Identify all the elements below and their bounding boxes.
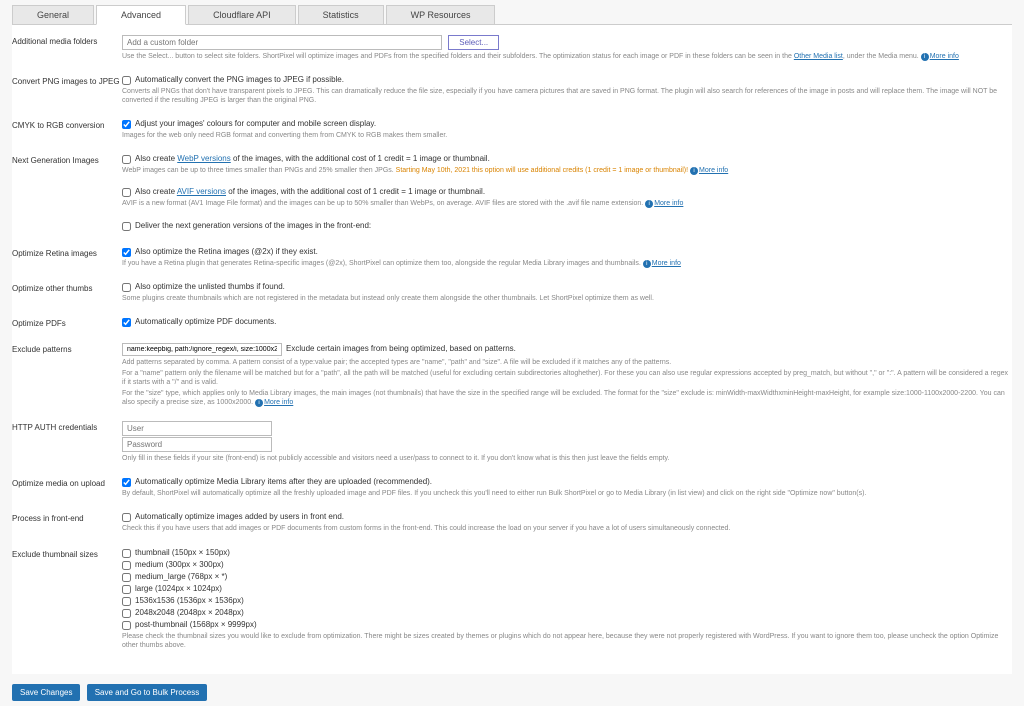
thumb-size-0[interactable]: [122, 549, 131, 558]
tab-resources[interactable]: WP Resources: [386, 5, 496, 24]
http-pass-input[interactable]: [122, 437, 272, 452]
pdf-label: Optimize PDFs: [12, 317, 122, 328]
avif-help: AVIF is a new format (AV1 Image File for…: [122, 199, 1012, 208]
exclude-more-link[interactable]: More info: [264, 399, 293, 406]
tab-cloudflare[interactable]: Cloudflare API: [188, 5, 296, 24]
footer-buttons: Save Changes Save and Go to Bulk Process: [12, 684, 1012, 701]
upload-label: Optimize media on upload: [12, 477, 122, 488]
thumb-size-1[interactable]: [122, 561, 131, 570]
folders-input[interactable]: [122, 35, 442, 50]
png-checkbox[interactable]: [122, 76, 131, 85]
thumb-size-3[interactable]: [122, 585, 131, 594]
retina-help: If you have a Retina plugin that generat…: [122, 259, 1012, 268]
advanced-panel: Additional media folders Select... Use t…: [12, 25, 1012, 674]
upload-checkbox[interactable]: [122, 478, 131, 487]
save-button[interactable]: Save Changes: [12, 684, 80, 701]
thumb-size-5[interactable]: [122, 609, 131, 618]
info-icon: i: [645, 200, 653, 208]
webp-link[interactable]: WebP versions: [177, 154, 231, 163]
folders-label: Additional media folders: [12, 35, 122, 46]
tab-general[interactable]: General: [12, 5, 94, 24]
folders-more-link[interactable]: More info: [930, 53, 959, 60]
frontend-checkbox[interactable]: [122, 513, 131, 522]
png-help: Converts all PNGs that don't have transp…: [122, 87, 1012, 105]
avif-checkbox[interactable]: [122, 188, 131, 197]
info-icon: i: [921, 53, 929, 61]
info-icon: i: [690, 167, 698, 175]
retina-more-link[interactable]: More info: [652, 260, 681, 267]
upload-chk-label: Automatically optimize Media Library ite…: [135, 477, 432, 486]
other-media-link[interactable]: Other Media list: [794, 53, 843, 60]
deliver-checkbox[interactable]: [122, 222, 131, 231]
save-bulk-button[interactable]: Save and Go to Bulk Process: [87, 684, 208, 701]
folders-select-button[interactable]: Select...: [448, 35, 499, 50]
frontend-label: Process in front-end: [12, 512, 122, 523]
retina-checkbox[interactable]: [122, 248, 131, 257]
other-help: Some plugins create thumbnails which are…: [122, 294, 1012, 303]
tab-statistics[interactable]: Statistics: [298, 5, 384, 24]
png-chk-label: Automatically convert the PNG images to …: [135, 75, 344, 84]
other-label: Optimize other thumbs: [12, 282, 122, 293]
frontend-chk-label: Automatically optimize images added by u…: [135, 512, 344, 521]
http-help: Only fill in these fields if your site (…: [122, 454, 1012, 463]
thumb-size-6[interactable]: [122, 621, 131, 630]
cmyk-help: Images for the web only need RGB format …: [122, 131, 1012, 140]
thumbs-label: Exclude thumbnail sizes: [12, 548, 122, 559]
cmyk-label: CMYK to RGB conversion: [12, 119, 122, 130]
http-user-input[interactable]: [122, 421, 272, 436]
frontend-help: Check this if you have users that add im…: [122, 524, 1012, 533]
webp-checkbox[interactable]: [122, 155, 131, 164]
thumb-size-4[interactable]: [122, 597, 131, 606]
other-chk-label: Also optimize the unlisted thumbs if fou…: [135, 282, 285, 291]
info-icon: i: [643, 260, 651, 268]
other-checkbox[interactable]: [122, 283, 131, 292]
avif-link[interactable]: AVIF versions: [177, 187, 226, 196]
tab-advanced[interactable]: Advanced: [96, 5, 186, 25]
pdf-chk-label: Automatically optimize PDF documents.: [135, 317, 276, 326]
cmyk-chk-label: Adjust your images' colours for computer…: [135, 119, 376, 128]
exclude-side: Exclude certain images from being optimi…: [286, 344, 516, 353]
thumb-size-2[interactable]: [122, 573, 131, 582]
webp-help: WebP images can be up to three times sma…: [122, 166, 1012, 175]
png-label: Convert PNG images to JPEG: [12, 75, 122, 86]
exclude-input[interactable]: [122, 343, 282, 356]
retina-chk-label: Also optimize the Retina images (@2x) if…: [135, 247, 318, 256]
retina-label: Optimize Retina images: [12, 247, 122, 258]
exclude-help3: For the "size" type, which applies only …: [122, 389, 1012, 407]
cmyk-checkbox[interactable]: [122, 120, 131, 129]
folders-help: Use the Select... button to select site …: [122, 52, 1012, 61]
avif-more-link[interactable]: More info: [654, 200, 683, 207]
exclude-label: Exclude patterns: [12, 343, 122, 354]
upload-help: By default, ShortPixel will automaticall…: [122, 489, 1012, 498]
info-icon: i: [255, 399, 263, 407]
http-label: HTTP AUTH credentials: [12, 421, 122, 432]
pdf-checkbox[interactable]: [122, 318, 131, 327]
deliver-label: Deliver the next generation versions of …: [135, 221, 371, 230]
exclude-help1: Add patterns separated by comma. A patte…: [122, 358, 1012, 367]
exclude-help2: For a "name" pattern only the filename w…: [122, 369, 1012, 387]
webp-more-link[interactable]: More info: [699, 167, 728, 174]
thumbs-help: Please check the thumbnail sizes you wou…: [122, 632, 1012, 650]
nextgen-label: Next Generation Images: [12, 154, 122, 165]
settings-tabs: General Advanced Cloudflare API Statisti…: [12, 5, 1012, 25]
